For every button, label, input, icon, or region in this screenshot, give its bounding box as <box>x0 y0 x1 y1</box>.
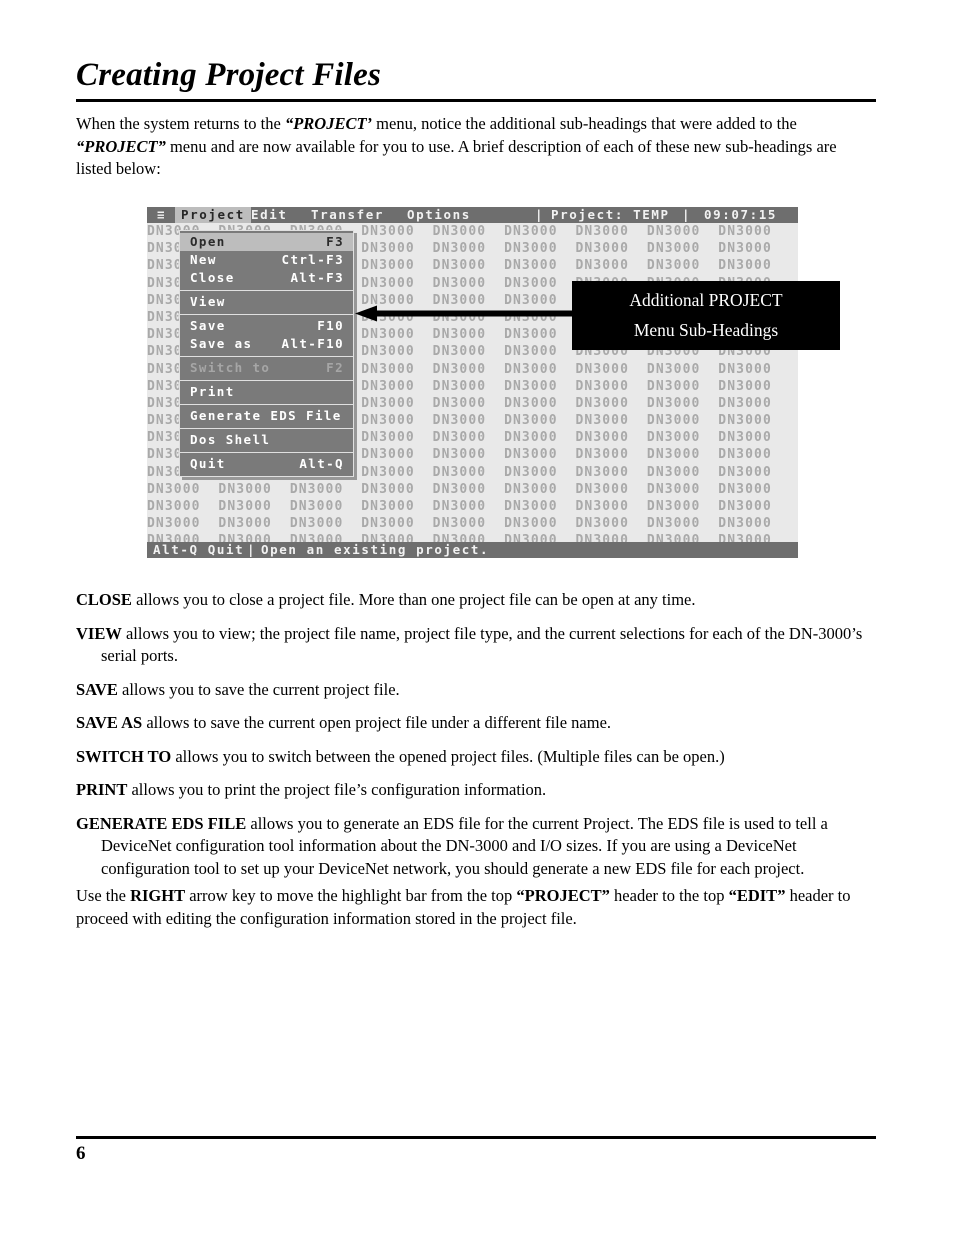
project-dropdown-menu[interactable]: Open F3 New Ctrl-F3 Close Alt-F3 View Save F10 Sa… <box>179 230 354 477</box>
definition-term: SAVE <box>76 679 118 699</box>
menu-option-new[interactable]: New Ctrl-F3 <box>180 251 353 269</box>
wallpaper-row: DN3000 DN3000 DN3000 DN3000 DN3000 DN300… <box>147 499 790 514</box>
intro-text-3: menu and are now available for you to us… <box>76 136 837 179</box>
definition-close: CLOSE allows you to close a project file… <box>76 589 876 612</box>
dropdown-group: Switch to F2 <box>180 357 353 381</box>
definition-text: allows you to view; the project file nam… <box>101 623 863 666</box>
menubar-separator-2: | <box>682 207 692 222</box>
page-title: Creating Project Files <box>76 57 382 93</box>
menu-option-label: New <box>190 252 217 267</box>
definition-term: VIEW <box>76 623 122 643</box>
dropdown-group: Dos Shell <box>180 429 353 453</box>
menu-option-label: Quit <box>190 456 226 471</box>
menu-option-open[interactable]: Open F3 <box>180 233 353 251</box>
definition-view: VIEW allows you to view; the project fil… <box>76 623 876 668</box>
menu-item-options[interactable]: Options <box>407 207 471 223</box>
dropdown-group: Quit Alt-Q <box>180 453 353 476</box>
definition-switch-to: SWITCH TO allows you to switch between t… <box>76 746 876 769</box>
menu-option-label: View <box>190 294 226 309</box>
callout-line-2: Menu Sub-Headings <box>633 320 779 340</box>
dropdown-group: Generate EDS File <box>180 405 353 429</box>
menu-option-shortcut: Ctrl-F3 <box>281 252 344 267</box>
menu-option-shortcut: Alt-F10 <box>281 336 344 351</box>
footer-divider <box>76 1136 876 1139</box>
closing-text-2: arrow key to move the highlight bar from… <box>185 886 517 905</box>
intro-emphasis-2: “PROJECT” <box>76 136 166 156</box>
menu-option-save-as[interactable]: Save as Alt-F10 <box>180 335 353 353</box>
wallpaper-row: DN3000 DN3000 DN3000 DN3000 DN3000 DN300… <box>147 516 790 532</box>
definition-term: SWITCH TO <box>76 746 172 766</box>
menu-option-label: Switch to <box>190 360 271 375</box>
definition-save-as: SAVE AS allows to save the current open … <box>76 712 876 735</box>
closing-paragraph: Use the RIGHT arrow key to move the high… <box>76 885 876 930</box>
definition-term: CLOSE <box>76 590 132 609</box>
intro-text-1: When the system returns to the <box>76 114 285 133</box>
menu-option-label: Save <box>190 318 226 333</box>
closing-text-1: Use the <box>76 886 131 905</box>
definition-term: PRINT <box>76 780 128 799</box>
menu-option-generate-eds-file[interactable]: Generate EDS File <box>180 407 353 425</box>
dropdown-group: View <box>180 291 353 315</box>
menu-option-label: Print <box>190 384 235 399</box>
menu-option-label: Generate EDS File <box>190 408 342 423</box>
menu-option-shortcut: Alt-Q <box>299 456 344 471</box>
left-arrow-icon <box>355 305 585 322</box>
menu-option-view[interactable]: View <box>180 293 353 311</box>
definition-print: PRINT allows you to print the project fi… <box>76 779 876 802</box>
title-divider <box>76 99 876 102</box>
menu-option-print[interactable]: Print <box>180 383 353 401</box>
wallpaper-row: DN3000 DN3000 DN3000 DN3000 DN3000 DN300… <box>147 481 790 497</box>
menu-option-quit[interactable]: Quit Alt-Q <box>180 455 353 473</box>
dropdown-group: Open F3 New Ctrl-F3 Close Alt-F3 <box>180 231 353 291</box>
dos-screenshot-figure: DN3000 DN3000 DN3000 DN3000 DN3000 DN300… <box>147 207 798 558</box>
closing-emphasis-1: RIGHT <box>130 886 186 905</box>
menu-definitions-list: CLOSE allows you to close a project file… <box>76 589 876 891</box>
menu-option-shortcut: F2 <box>326 360 344 375</box>
menu-option-dos-shell[interactable]: Dos Shell <box>180 431 353 449</box>
definition-term: GENERATE EDS FILE <box>76 813 247 833</box>
status-separator: | <box>247 542 257 557</box>
current-project-label: Project: TEMP <box>551 207 670 222</box>
menu-option-label: Save as <box>190 336 253 351</box>
menu-option-shortcut: F3 <box>326 234 344 249</box>
menubar-separator-1: | <box>535 207 545 222</box>
menu-option-save[interactable]: Save F10 <box>180 317 353 335</box>
menu-item-project[interactable]: Project <box>175 207 251 223</box>
hamburger-icon[interactable]: ≡ <box>157 207 165 223</box>
definition-text: allows to save the current open project … <box>142 713 612 732</box>
closing-text-3: header to the top <box>609 886 729 905</box>
definition-text: allows you to switch between the opened … <box>171 746 725 766</box>
clock-display: 09:07:15 <box>704 207 778 222</box>
definition-text: allows you to save the current project f… <box>117 679 400 699</box>
definition-generate-eds-file: GENERATE EDS FILE allows you to generate… <box>76 813 876 881</box>
dropdown-group: Print <box>180 381 353 405</box>
intro-text-2: menu, notice the additional sub-headings… <box>372 114 797 133</box>
definition-save: SAVE allows you to save the current proj… <box>76 679 876 702</box>
dropdown-group: Save F10 Save as Alt-F10 <box>180 315 353 357</box>
definition-term: SAVE AS <box>76 713 143 732</box>
closing-emphasis-2: “PROJECT” <box>516 886 610 905</box>
menu-item-transfer[interactable]: Transfer <box>311 207 384 223</box>
definition-text: allows you to close a project file. More… <box>131 590 696 609</box>
menu-option-label: Open <box>190 234 226 249</box>
menu-option-shortcut: F10 <box>317 318 344 333</box>
definition-text: allows you to print the project file’s c… <box>127 780 547 799</box>
status-quit-hint[interactable]: Alt-Q Quit <box>153 542 244 558</box>
dos-menu-bar: ≡ Project Edit Transfer Options | Projec… <box>147 207 798 223</box>
status-description: Open an existing project. <box>261 542 490 557</box>
closing-emphasis-3: “EDIT” <box>728 886 786 905</box>
menu-option-label: Close <box>190 270 235 285</box>
dos-status-bar: Alt-Q Quit | Open an existing project. <box>147 542 798 558</box>
page-number: 6 <box>76 1143 86 1164</box>
menu-option-switch-to: Switch to F2 <box>180 359 353 377</box>
menu-option-close[interactable]: Close Alt-F3 <box>180 269 353 287</box>
intro-emphasis-1: “PROJECT’ <box>284 114 373 133</box>
callout-annotation: Additional PROJECT Menu Sub-Headings <box>572 281 840 350</box>
callout-line-1: Additional PROJECT <box>629 290 783 310</box>
intro-paragraph: When the system returns to the “PROJECT’… <box>76 113 876 181</box>
menu-option-shortcut: Alt-F3 <box>290 270 344 285</box>
menu-item-edit[interactable]: Edit <box>251 207 288 223</box>
menu-option-label: Dos Shell <box>190 432 271 447</box>
